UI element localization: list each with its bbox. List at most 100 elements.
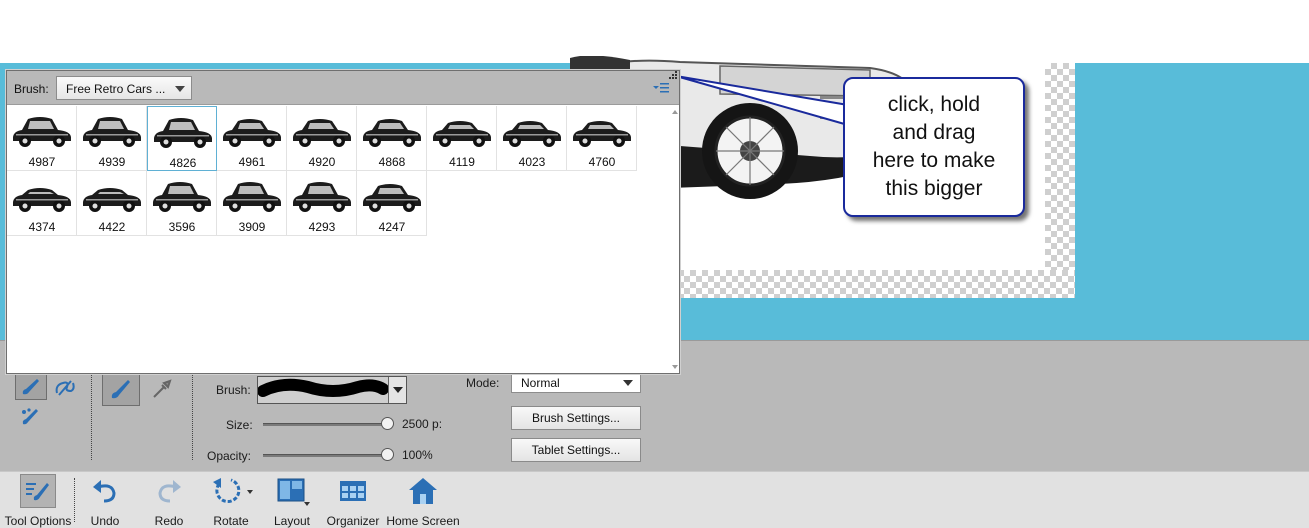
- brush-size-label: 3596: [168, 220, 196, 234]
- separator: [91, 372, 92, 460]
- opacity-value: 100%: [402, 448, 433, 462]
- picker-scrollbar[interactable]: [671, 106, 679, 373]
- taskbar: [0, 471, 1309, 528]
- size-slider-thumb[interactable]: [380, 417, 394, 430]
- brush-set-name: Free Retro Cars ...: [66, 82, 166, 96]
- blend-mode-dropdown[interactable]: Normal: [511, 372, 641, 393]
- opacity-slider[interactable]: [263, 454, 387, 457]
- brush-thumbnail[interactable]: 4920: [287, 106, 357, 171]
- size-value: 2500 p:: [402, 417, 443, 431]
- redo-label: Redo: [154, 514, 184, 528]
- retro-car-icon: [293, 119, 351, 147]
- brush-thumbnail[interactable]: 4868: [357, 106, 427, 171]
- brush-size-label: 4920: [308, 155, 336, 169]
- tool-options-label: Tool Options: [4, 514, 72, 528]
- retro-car-icon: [13, 188, 71, 212]
- scroll-up-icon[interactable]: [672, 110, 678, 114]
- brush-size-label: 4119: [449, 155, 475, 169]
- brush-size-label: 4868: [378, 155, 406, 169]
- paintbrush-icon: [111, 380, 130, 399]
- scroll-down-icon[interactable]: [672, 365, 678, 369]
- tablet-settings-button[interactable]: Tablet Settings...: [511, 438, 641, 462]
- layout-icon: [277, 478, 310, 506]
- brush-thumbnail[interactable]: 4987: [7, 106, 77, 171]
- tool-options-button[interactable]: Tool Options: [4, 474, 72, 528]
- rotate-icon: [213, 478, 253, 504]
- retro-car-icon: [363, 119, 421, 147]
- airbrush-mode-button[interactable]: [143, 372, 181, 406]
- redo-icon: [158, 480, 181, 503]
- paint-mode-button[interactable]: [102, 372, 140, 406]
- separator: [192, 372, 193, 460]
- size-label: Size:: [226, 418, 253, 432]
- editor-window: click, hold and drag here to make this b…: [0, 0, 1309, 528]
- retro-car-icon: [153, 182, 211, 212]
- brush-thumbnail[interactable]: 3596: [147, 171, 217, 236]
- brush-size-label: 4939: [98, 155, 126, 169]
- brush-thumbnail[interactable]: 4760: [567, 106, 637, 171]
- rotate-button[interactable]: Rotate: [208, 474, 254, 528]
- organizer-button[interactable]: Organizer: [324, 474, 382, 528]
- layout-button[interactable]: Layout: [270, 474, 314, 528]
- brush-thumbnail[interactable]: 4247: [357, 171, 427, 236]
- transparent-area-right: [1045, 63, 1075, 298]
- undo-button[interactable]: Undo: [86, 474, 124, 528]
- opacity-slider-thumb[interactable]: [380, 448, 394, 461]
- size-slider[interactable]: [263, 423, 387, 426]
- brush-thumbnail[interactable]: 4826: [147, 106, 217, 171]
- undo-icon: [93, 480, 116, 503]
- color-replacement-icon: [22, 408, 38, 425]
- opacity-label: Opacity:: [207, 449, 252, 463]
- callout-text: click, hold and drag here to make this b…: [872, 93, 996, 200]
- color-replacement-button[interactable]: [15, 404, 47, 430]
- brush-thumbnail[interactable]: 4293: [287, 171, 357, 236]
- brush-thumbnail[interactable]: 4422: [77, 171, 147, 236]
- brush-size-label: 4987: [28, 155, 56, 169]
- instruction-callout: click, hold and drag here to make this b…: [843, 77, 1025, 217]
- retro-car-icon: [223, 182, 281, 212]
- brush-set-dropdown[interactable]: Free Retro Cars ...: [56, 76, 192, 100]
- mode-label: Mode:: [466, 376, 500, 390]
- brush-size-label: 4961: [238, 155, 266, 169]
- impressionist-brush-icon: [55, 380, 75, 396]
- brush-preset-dropdown[interactable]: [257, 376, 407, 404]
- impressionist-brush-button[interactable]: [49, 374, 81, 400]
- workspace-top: [0, 0, 1309, 63]
- brush-thumbnail[interactable]: 4961: [217, 106, 287, 171]
- resize-grip-icon[interactable]: [669, 71, 678, 80]
- undo-label: Undo: [90, 514, 120, 528]
- separator: [74, 478, 75, 522]
- retro-car-icon: [13, 117, 71, 147]
- rotate-label: Rotate: [213, 514, 249, 528]
- home-screen-label: Home Screen: [386, 514, 460, 528]
- brush-size-label: 3909: [238, 220, 266, 234]
- brush-size-label: 4293: [308, 220, 336, 234]
- brush-thumbnail[interactable]: 4939: [77, 106, 147, 171]
- panel-menu-icon[interactable]: [653, 82, 669, 94]
- brush-thumbnail[interactable]: 4023: [497, 106, 567, 171]
- chevron-down-icon: [388, 377, 406, 403]
- brush-tool-button[interactable]: [15, 374, 47, 400]
- chevron-down-icon: [623, 380, 633, 386]
- tool-options-icon: [26, 483, 49, 501]
- retro-car-icon: [154, 118, 212, 148]
- brush-size-label: 4422: [98, 220, 126, 234]
- redo-button[interactable]: Redo: [150, 474, 188, 528]
- brush-thumbnail[interactable]: 4119: [427, 106, 497, 171]
- home-screen-button[interactable]: Home Screen: [384, 474, 462, 528]
- retro-car-icon: [83, 117, 141, 147]
- brush-settings-button[interactable]: Brush Settings...: [511, 406, 641, 430]
- retro-car-icon: [433, 121, 491, 147]
- brush-size-label: 4760: [588, 155, 616, 169]
- brush-stroke-preview: [257, 378, 389, 397]
- home-icon: [409, 478, 437, 504]
- blend-mode-value: Normal: [521, 376, 560, 390]
- brush-size-label: 4023: [518, 155, 546, 169]
- brush-thumbnail[interactable]: 4374: [7, 171, 77, 236]
- retro-car-icon: [363, 184, 421, 212]
- brush-size-label: 4826: [169, 156, 197, 170]
- brush-thumbnail[interactable]: 3909: [217, 171, 287, 236]
- organizer-label: Organizer: [326, 514, 380, 528]
- organizer-icon: [340, 481, 366, 501]
- brush-picker-header: Brush: Free Retro Cars ...: [7, 71, 679, 105]
